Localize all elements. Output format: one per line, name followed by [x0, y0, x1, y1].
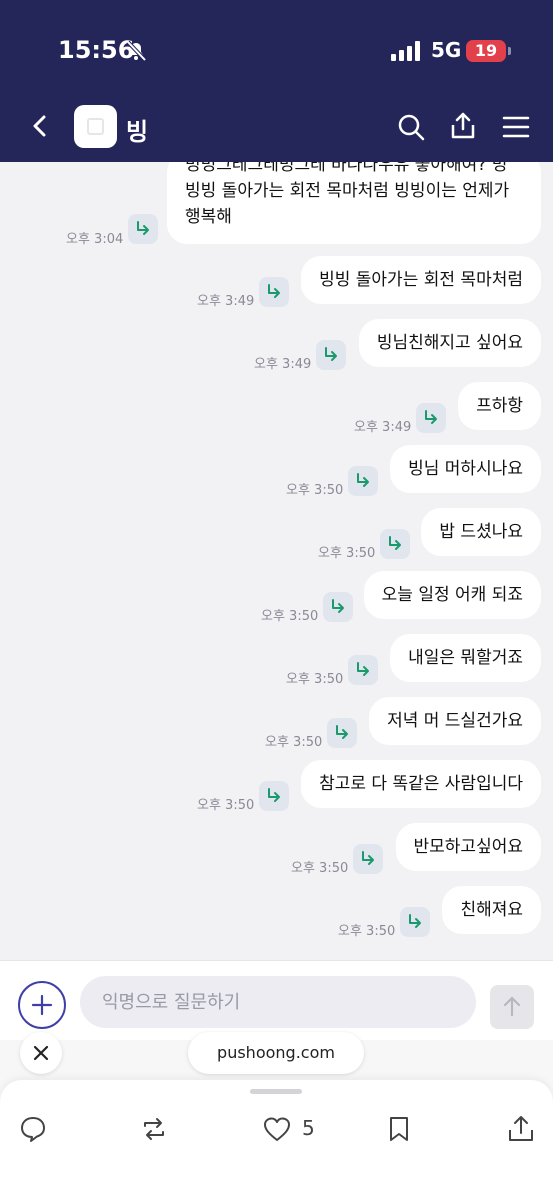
avatar[interactable] [74, 105, 117, 148]
share-icon[interactable] [450, 112, 476, 140]
battery-tip [508, 47, 511, 55]
bell-muted-icon [126, 40, 147, 62]
menu-icon[interactable] [502, 115, 530, 139]
reply-icon[interactable] [348, 655, 378, 685]
message-bubble[interactable]: 빙님친해지고 싶어요 [358, 319, 541, 367]
back-icon[interactable] [28, 114, 52, 138]
message-time: 오후 3:04 [66, 232, 124, 247]
plus-icon [31, 994, 53, 1016]
message-time: 오후 3:50 [318, 546, 376, 561]
screen: 15:56 5G 19 빙 빙빙그레그레빙그레 바나나우유 좋아해여? 빙 빙빙… [0, 0, 553, 1200]
send-button[interactable] [490, 985, 534, 1029]
ad-url[interactable]: pushoong.com [188, 1032, 364, 1074]
message-time: 오후 3:49 [354, 420, 412, 435]
message-bubble[interactable]: 오늘 일정 어캐 되죠 [363, 571, 541, 619]
network-type: 5G [431, 38, 462, 62]
send-arrow-icon [503, 996, 521, 1017]
message-time: 오후 3:50 [197, 798, 255, 813]
reply-icon[interactable] [353, 844, 383, 874]
retweet-icon[interactable] [139, 1114, 169, 1144]
chat-title: 빙 [126, 118, 149, 146]
bookmark-icon[interactable] [384, 1114, 414, 1144]
message-time: 오후 3:50 [286, 483, 344, 498]
reply-icon[interactable] [327, 718, 357, 748]
message-time: 오후 3:49 [254, 357, 312, 372]
message-bubble[interactable]: 밥 드셨나요 [421, 508, 541, 556]
close-icon [33, 1045, 49, 1061]
message-time: 오후 3:50 [261, 609, 319, 624]
message-bubble[interactable]: 친해져요 [442, 886, 541, 934]
reply-icon[interactable] [316, 340, 346, 370]
like-count: 5 [302, 1116, 315, 1140]
reply-icon[interactable] [348, 466, 378, 496]
message-bubble[interactable]: 저녁 머 드실건가요 [369, 697, 541, 745]
message-time: 오후 3:50 [338, 924, 396, 939]
app-header: 15:56 5G 19 빙 [0, 0, 553, 162]
reply-icon[interactable] [128, 214, 158, 244]
attach-button[interactable] [18, 981, 66, 1029]
message-line: 빙빙그레그레빙그레 바나나우유 좋아해여? 빙 [185, 162, 508, 175]
message-line: 빙빙 돌아가는 회전 목마처럼 빙빙이는 언제가 [185, 181, 510, 201]
message-input-bar [0, 960, 553, 1040]
sheet-handle[interactable] [250, 1089, 302, 1094]
message-time: 오후 3:50 [265, 735, 323, 750]
message-bubble[interactable]: 참고로 다 똑같은 사람입니다 [301, 760, 541, 808]
upload-icon[interactable] [506, 1114, 536, 1144]
message-time: 오후 3:50 [291, 861, 349, 876]
message-bubble[interactable]: 빙빙그레그레빙그레 바나나우유 좋아해여? 빙 빙빙 돌아가는 회전 목마처럼 … [167, 162, 541, 244]
message-line: 행복해 [185, 207, 232, 227]
chat-thread[interactable]: 빙빙그레그레빙그레 바나나우유 좋아해여? 빙 빙빙 돌아가는 회전 목마처럼 … [0, 162, 553, 960]
reply-icon[interactable] [259, 781, 289, 811]
reply-icon[interactable] [259, 277, 289, 307]
signal-icon [391, 41, 420, 61]
message-time: 오후 3:49 [197, 294, 255, 309]
search-icon[interactable] [397, 113, 425, 141]
message-bubble[interactable]: 프하항 [458, 382, 541, 430]
message-bubble[interactable]: 내일은 뭐할거죠 [390, 634, 541, 682]
message-bubble[interactable]: 빙님 머하시나요 [390, 445, 541, 493]
reply-icon[interactable] [380, 529, 410, 559]
message-bubble[interactable]: 빙빙 돌아가는 회전 목마처럼 [301, 256, 541, 304]
message-time: 오후 3:50 [286, 672, 344, 687]
question-input[interactable] [80, 976, 476, 1028]
message-bubble[interactable]: 반모하고싶어요 [395, 823, 541, 871]
battery-level: 19 [466, 40, 506, 62]
ad-close-button[interactable] [20, 1032, 62, 1074]
comment-icon[interactable] [18, 1114, 48, 1144]
reply-icon[interactable] [416, 403, 446, 433]
avatar-placeholder-icon [87, 118, 104, 135]
status-time: 15:56 [58, 36, 135, 64]
reply-icon[interactable] [323, 592, 353, 622]
bottom-action-bar: 5 [0, 1080, 553, 1200]
heart-icon[interactable] [262, 1114, 292, 1144]
reply-icon[interactable] [400, 907, 430, 937]
